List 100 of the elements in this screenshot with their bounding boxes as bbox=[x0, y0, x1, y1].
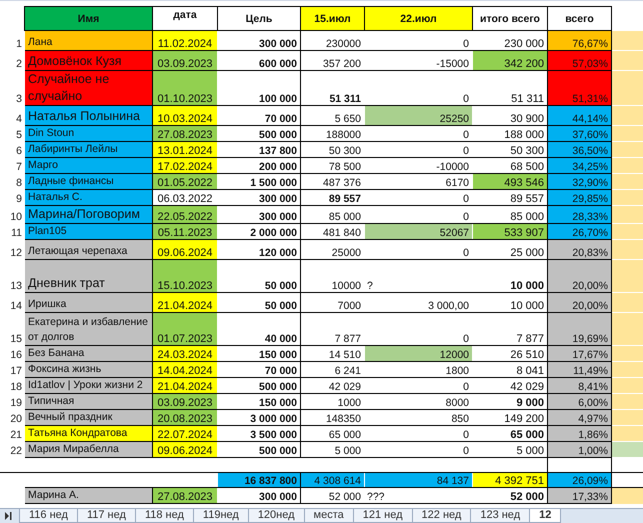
table-cell: 3 500 000 bbox=[218, 426, 300, 442]
row-number: 11 bbox=[10, 226, 23, 240]
table-cell: 200 000 bbox=[218, 158, 300, 174]
table-cell: 24.03.2024 bbox=[152, 346, 218, 362]
table-cell: 15.10.2023 bbox=[152, 260, 218, 292]
table-cell: Марго bbox=[24, 158, 152, 174]
table-cell: 149 200 bbox=[472, 410, 548, 426]
table-cell: 28,33% bbox=[548, 206, 612, 224]
table-cell: 6170 bbox=[364, 174, 472, 190]
row-number: 14 bbox=[9, 299, 23, 312]
table-cell: 25250 bbox=[364, 106, 472, 126]
table-cell: Домовёнок Кузя bbox=[24, 50, 152, 70]
table-cell: 3 000 000 bbox=[218, 410, 300, 426]
sheet-tab[interactable]: 121 нед bbox=[352, 509, 413, 523]
table-cell: 8000 bbox=[364, 394, 472, 410]
table-cell: 52 000 bbox=[300, 488, 364, 504]
column-header: Имя bbox=[24, 6, 152, 30]
sheet-tab[interactable]: места bbox=[304, 509, 354, 523]
table-cell: 01.10.2023 bbox=[152, 70, 218, 106]
table-cell: -10000 bbox=[364, 158, 472, 174]
table-cell: 500 000 bbox=[218, 126, 300, 142]
table-cell: Екатерина и избавление от долгов bbox=[24, 312, 152, 346]
table-cell: 0 bbox=[364, 240, 472, 260]
table-cell: 1,00% bbox=[548, 442, 612, 458]
table-cell: 7000 bbox=[300, 292, 364, 312]
table-cell: 52067 bbox=[364, 224, 472, 240]
table-cell: 13.01.2024 bbox=[152, 142, 218, 158]
table-cell: 150 000 bbox=[218, 346, 300, 362]
table-cell: 10.03.2024 bbox=[152, 106, 218, 126]
table-cell: 78 500 bbox=[300, 158, 364, 174]
table-cell: Мария Мирабелла bbox=[24, 442, 152, 458]
table-cell: 1000 bbox=[300, 394, 364, 410]
table-cell: 34,25% bbox=[548, 158, 612, 174]
table-cell: 50 300 bbox=[300, 142, 364, 158]
table-cell: 89 557 bbox=[472, 190, 548, 206]
table-cell: 20,83% bbox=[548, 240, 612, 260]
sheet-tab[interactable]: 117 нед bbox=[76, 509, 136, 523]
table-cell: 4 392 751 bbox=[472, 472, 548, 488]
table-cell: 50 000 bbox=[218, 292, 300, 312]
table-cell: 300 000 bbox=[218, 206, 300, 224]
table-cell: 300 000 bbox=[218, 488, 300, 504]
table-cell: 27.08.2023 bbox=[152, 488, 218, 504]
table-cell: 57,03% bbox=[548, 50, 612, 70]
table-cell: 342 200 bbox=[472, 50, 548, 70]
table-cell: 148350 bbox=[300, 410, 364, 426]
table-cell: 8 041 bbox=[472, 362, 548, 378]
row-number: 10 bbox=[9, 210, 23, 224]
sheet-tab[interactable]: 123 нед bbox=[470, 509, 530, 523]
table-cell: 20,00% bbox=[548, 292, 612, 312]
table-cell: 11,49% bbox=[548, 362, 612, 378]
table-cell: 01.05.2022 bbox=[152, 174, 218, 190]
table-cell: 09.06.2024 bbox=[152, 442, 218, 458]
table-cell: 25 000 bbox=[472, 240, 548, 260]
table-cell: 100 000 bbox=[218, 70, 300, 106]
table-cell: ? bbox=[367, 280, 373, 292]
table-cell: Иришка bbox=[24, 292, 152, 312]
table-cell: 50 300 bbox=[472, 142, 548, 158]
sheet-tab[interactable]: 119нед bbox=[192, 509, 249, 523]
table-cell: 0 bbox=[364, 142, 472, 158]
table-cell: 50 000 bbox=[218, 260, 300, 292]
row-number: 5 bbox=[15, 128, 23, 142]
table-cell: 40 000 bbox=[218, 312, 300, 346]
table-cell: Наталья Полынина bbox=[24, 106, 152, 126]
table-cell: 21.04.2024 bbox=[152, 292, 218, 312]
table-cell: 27.08.2023 bbox=[152, 126, 218, 142]
table-cell: 1,86% bbox=[548, 426, 612, 442]
table-cell: 300 000 bbox=[218, 30, 300, 50]
table-cell: 9 000 bbox=[472, 394, 548, 410]
table-cell: 17,33% bbox=[548, 488, 612, 504]
table-cell: 0 bbox=[364, 190, 472, 206]
sheet-tab[interactable]: 12 bbox=[529, 509, 562, 523]
table-cell: 65 000 bbox=[300, 426, 364, 442]
table-cell: 37,60% bbox=[548, 126, 612, 142]
table-cell: 600 000 bbox=[218, 50, 300, 70]
table-cell: 0 bbox=[364, 378, 472, 394]
table-cell: 17,67% bbox=[548, 346, 612, 362]
table-cell: 10 000 bbox=[472, 292, 548, 312]
table-cell: Типичная bbox=[24, 394, 152, 410]
sheet-tab[interactable]: 122 нед bbox=[412, 509, 472, 523]
sheet-tab[interactable]: 120нед bbox=[248, 509, 305, 523]
table-cell: Марина/Поговорим bbox=[24, 206, 152, 224]
table-cell: 32,90% bbox=[548, 174, 612, 190]
sheet-tab[interactable]: 116 нед bbox=[19, 509, 78, 523]
table-cell: 26 510 bbox=[472, 346, 548, 362]
table-cell: 70 000 bbox=[218, 106, 300, 126]
table-cell: 05.11.2023 bbox=[152, 224, 218, 240]
row-number: 22 bbox=[9, 444, 23, 458]
row-number: 13 bbox=[9, 279, 23, 292]
sheet-tab[interactable]: 118 нед bbox=[134, 509, 194, 523]
table-cell: 0 bbox=[364, 442, 472, 458]
table-cell: 19,69% bbox=[548, 312, 612, 346]
table-cell: 487 376 bbox=[300, 174, 364, 190]
table-cell: 51 311 bbox=[300, 70, 364, 106]
row-number: 20 bbox=[9, 412, 23, 426]
table-cell: Фоксина жизнь bbox=[24, 362, 152, 378]
table-cell: 16 837 800 bbox=[218, 472, 300, 488]
table-cell: 6,00% bbox=[548, 394, 612, 410]
table-cell: 03.09.2023 bbox=[152, 50, 218, 70]
table-cell: Без Банана bbox=[24, 346, 152, 362]
table-cell: 137 800 bbox=[218, 142, 300, 158]
